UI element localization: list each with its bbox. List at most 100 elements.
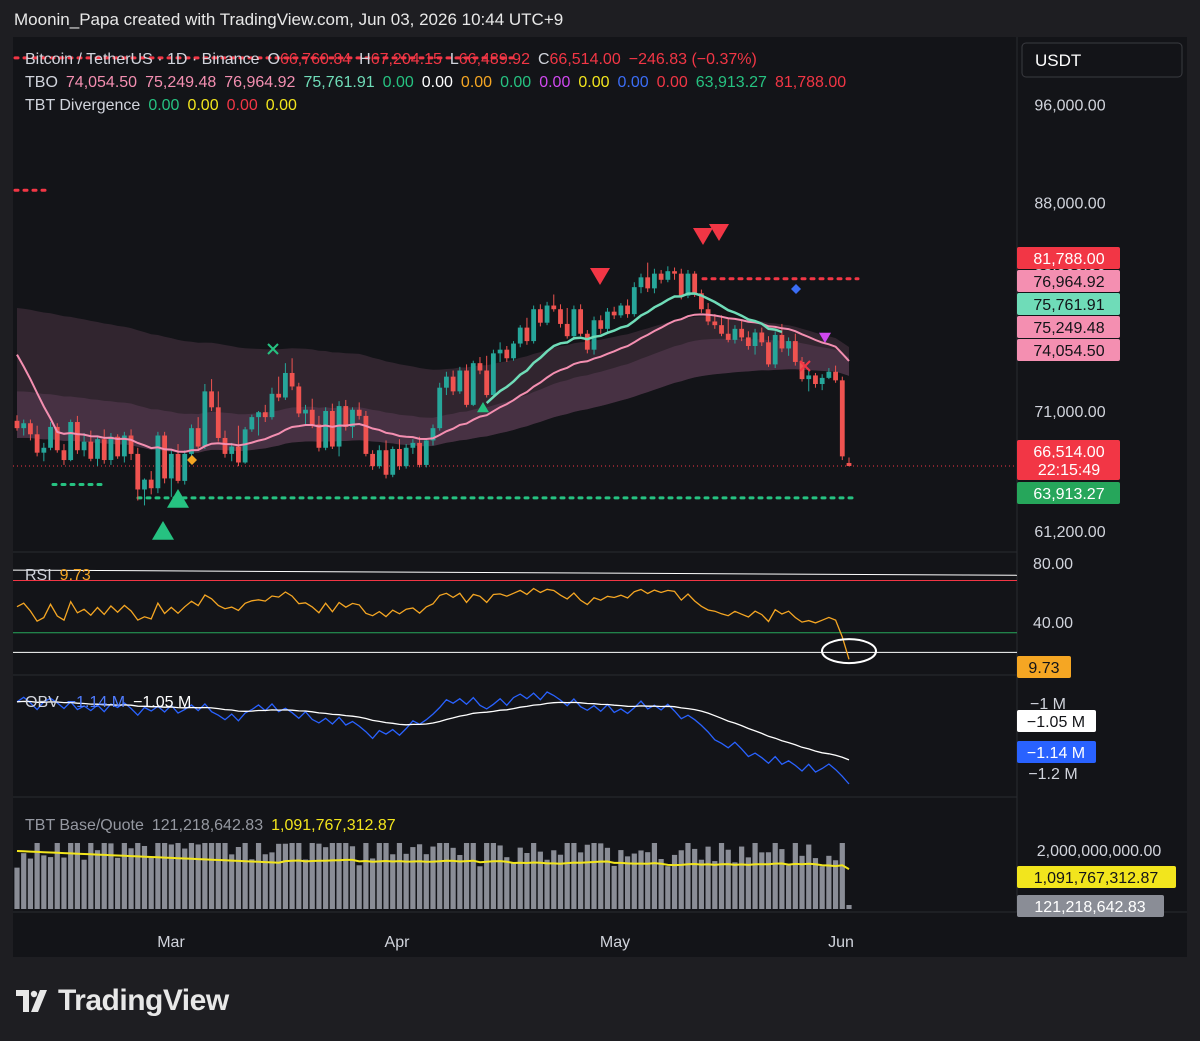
legend-value: 0.00 (148, 97, 179, 114)
volume-bar (531, 843, 537, 909)
candle-body (135, 453, 141, 490)
candle-body (242, 429, 248, 463)
candle-body (437, 387, 443, 429)
volume-bar (202, 843, 208, 909)
candle-body (839, 380, 845, 457)
legend-value: 0.00 (657, 74, 688, 91)
volume-bar (376, 843, 382, 909)
volume-bar (759, 852, 765, 909)
candle (182, 450, 188, 485)
candle (846, 457, 852, 467)
candle-body (222, 437, 228, 454)
candle (638, 273, 644, 294)
candle (511, 341, 516, 361)
volume-bar (336, 843, 342, 909)
volume-bar (416, 844, 423, 909)
price-axis-label: 61,200.00 (1034, 524, 1105, 541)
candle-body (719, 325, 724, 334)
candle (819, 374, 825, 391)
candle (813, 372, 818, 388)
legend-value: TBT Base/Quote (25, 817, 144, 834)
volume-bar (276, 843, 282, 909)
volume-bar (349, 846, 356, 909)
candle-body (490, 353, 496, 396)
chart-canvas[interactable]: 96,000.0088,000.0083,000.0071,000.0061,2… (13, 37, 1187, 957)
legend-value: 0.00 (461, 74, 492, 91)
candle-body (28, 423, 33, 435)
volume-bar (269, 852, 275, 909)
candle-body (95, 439, 100, 459)
legend-value: 66,514.00 (550, 51, 621, 68)
legend-value: TBT Divergence (25, 97, 140, 114)
volume-tag-yellow-text: 1,091,767,312.87 (1034, 870, 1159, 887)
volume-bar (484, 843, 490, 909)
candle-body (390, 449, 396, 475)
tbo-legend: TBO 74,054.50 75,249.48 76,964.92 75,761.91 0… (25, 74, 846, 91)
candle (457, 366, 463, 394)
legend-value: 0.00 (422, 74, 453, 91)
currency-button-text: USDT (1035, 51, 1081, 70)
candle-body (665, 271, 671, 280)
candle-body (766, 342, 771, 365)
candle (839, 376, 845, 461)
volume-bar (578, 852, 584, 909)
volume-bar (779, 849, 785, 909)
volume-bar (463, 843, 470, 909)
volume-pane (14, 843, 852, 909)
chart-panel[interactable]: 96,000.0088,000.0083,000.0071,000.0061,2… (13, 37, 1187, 957)
candle-body (470, 363, 476, 405)
candle-body (692, 273, 698, 294)
volume-tag-gray-text: 121,218,642.83 (1034, 899, 1145, 916)
candle-body (605, 311, 610, 329)
volume-bar (188, 843, 195, 909)
volume-bar (47, 857, 54, 909)
volume-bar (792, 843, 798, 909)
candle (631, 282, 637, 317)
price-tag: 75,249.48 (1017, 316, 1120, 338)
obv-tag-blue-text: −1.14 M (1027, 745, 1085, 762)
volume-bar (618, 850, 624, 909)
candle-body (732, 328, 738, 340)
candle-body (148, 479, 154, 489)
volume-bar (88, 843, 94, 909)
volume-bar (752, 843, 758, 909)
candle-body (162, 435, 168, 479)
volume-bar (235, 847, 242, 909)
obv-tag-white-text: −1.05 M (1027, 714, 1085, 731)
volume-axis-label: 2,000,000,000.00 (1037, 843, 1162, 860)
volume-bar (477, 866, 483, 909)
volume-bar (765, 852, 772, 909)
candle (464, 364, 469, 408)
volume-bar (14, 867, 20, 909)
candle (605, 307, 610, 333)
time-axis-label: May (600, 934, 630, 951)
volume-bar (370, 858, 376, 909)
legend-value: 1,091,767,312.87 (271, 817, 396, 834)
volume-bar (705, 846, 711, 909)
candle-body (41, 447, 47, 453)
candle (517, 325, 523, 348)
volume-bar (725, 849, 731, 909)
legend-value: 76,964.92 (224, 74, 295, 91)
candle (383, 440, 389, 479)
candle-body (631, 287, 637, 315)
volume-bar (645, 852, 651, 909)
candle-body (792, 341, 798, 362)
volume-bar (611, 865, 617, 909)
volume-bar (510, 863, 517, 909)
rsi-tag-text: 9.73 (1028, 660, 1059, 677)
candle-body (517, 327, 523, 344)
volume-bar (115, 857, 121, 909)
buy-signal-large-2 (152, 521, 174, 540)
volume-bar (242, 843, 248, 909)
volume-bar (826, 855, 832, 909)
candle (336, 401, 342, 457)
candle-body (504, 349, 510, 359)
candle-body (356, 409, 362, 416)
candle-body (571, 309, 577, 337)
volume-bar (698, 859, 704, 909)
candle-body (745, 337, 751, 346)
candle-body (678, 273, 684, 296)
volume-bar (665, 866, 671, 909)
volume-bar (685, 843, 691, 909)
